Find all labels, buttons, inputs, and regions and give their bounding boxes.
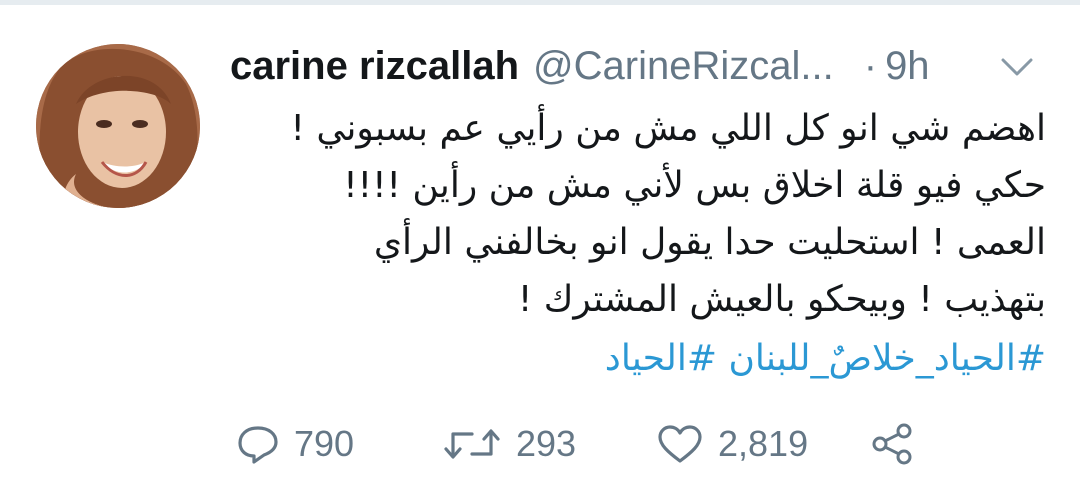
display-name[interactable]: carine rizcallah (230, 44, 519, 89)
retweet-button[interactable]: 293 (442, 416, 576, 472)
chevron-down-icon[interactable] (1000, 52, 1034, 82)
heart-icon (656, 423, 704, 465)
avatar[interactable] (36, 44, 200, 208)
reply-icon (236, 424, 280, 464)
tweet-line: بتهذيب ! وبيحكو بالعيش المشترك ! (517, 279, 1046, 320)
reply-count: 790 (294, 423, 355, 464)
user-handle[interactable]: @CarineRizcal... (533, 44, 834, 89)
retweet-icon (442, 424, 502, 464)
retweet-count: 293 (516, 423, 577, 464)
hashtag-link[interactable]: #الحياد (605, 338, 717, 379)
tweet-line: اهضم شي انو كل اللي مش من رأيي عم بسبوني… (290, 108, 1046, 149)
timestamp[interactable]: 9h (885, 44, 930, 89)
hashtag-link[interactable]: #الحياد_خلاصٌ_للبنان (728, 338, 1046, 379)
tweet-header: carine rizcallah @CarineRizcal... · 9h (230, 38, 1060, 94)
tweet-text: اهضم شي انو كل اللي مش من رأيي عم بسبوني… (230, 100, 1046, 328)
tweet-line: العمى ! استحليت حدا يقول انو بخالفني الر… (373, 222, 1046, 263)
reply-button[interactable]: 790 (236, 416, 354, 472)
share-icon (870, 422, 916, 466)
like-button[interactable]: 2,819 (656, 416, 808, 472)
separator-dot: · (863, 43, 878, 88)
tweet-actions: 790 293 2,819 (230, 416, 990, 472)
share-button[interactable] (870, 416, 916, 472)
hashtag-line: #الحياد_خلاصٌ_للبنان #الحياد (230, 330, 1046, 387)
tweet-line: حكي فيو قلة اخلاق بس لأني مش من رأين !!!… (343, 165, 1046, 206)
like-count: 2,819 (718, 423, 809, 464)
top-divider (0, 0, 1080, 5)
